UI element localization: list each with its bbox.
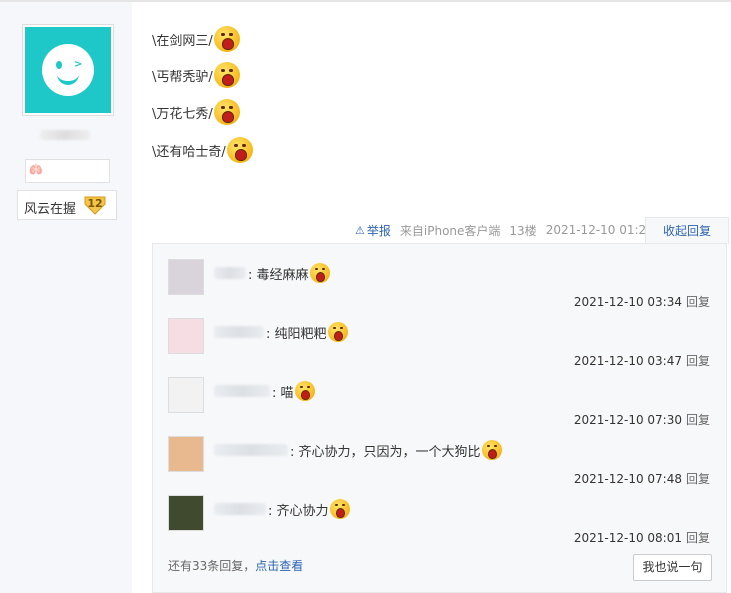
reply-text: : 纯阳粑粑 xyxy=(266,326,327,342)
reply-avatar[interactable] xyxy=(168,377,204,413)
post-line: \丐帮秃驴/ xyxy=(152,62,240,88)
shocked-emoji-icon xyxy=(481,440,502,460)
reply-time: 2021-12-10 07:48 xyxy=(573,472,682,486)
reply-content: : 齐心协力，只因为，一个大狗比 xyxy=(214,440,502,460)
post-line: \万花七秀/ xyxy=(152,99,240,125)
client-source: 来自iPhone客户端 xyxy=(399,223,501,238)
reply-content: : 纯阳粑粑 xyxy=(214,322,348,342)
reply-content: : 齐心协力 xyxy=(214,499,350,519)
shocked-emoji-icon xyxy=(327,322,348,342)
collapse-replies-button[interactable]: 收起回复 xyxy=(645,217,729,244)
post-line: \在剑网三/ xyxy=(152,26,240,52)
reply-button[interactable]: 回复 xyxy=(686,413,710,427)
reply-time: 2021-12-10 07:30 xyxy=(573,413,682,427)
wink-face-icon: > xyxy=(42,44,94,96)
reply-meta: 2021-12-10 08:01 回复 xyxy=(574,529,710,546)
post-meta-bar: ⚠ 举报 来自iPhone客户端 13楼 2021-12-10 01:27 xyxy=(355,221,654,239)
shocked-emoji-icon xyxy=(329,499,350,519)
floor-number: 13楼 xyxy=(509,223,537,238)
reply-user-blurred[interactable] xyxy=(214,267,246,279)
reply-user-blurred[interactable] xyxy=(214,444,288,456)
report-label: 举报 xyxy=(366,223,391,238)
reply-button[interactable]: 回复 xyxy=(686,354,710,368)
reply-user-blurred[interactable] xyxy=(214,326,264,338)
post-line-text: \还有哈士奇/ xyxy=(152,145,226,160)
avatar-image: > xyxy=(25,27,111,113)
reply-button[interactable]: 回复 xyxy=(686,531,710,545)
post-line-text: \丐帮秃驴/ xyxy=(152,70,213,85)
post-line-text: \万花七秀/ xyxy=(152,107,213,122)
reply-button[interactable]: 回复 xyxy=(686,295,710,309)
reply-text: : 毒经麻麻 xyxy=(248,267,309,283)
badge-box: 🫁 xyxy=(25,159,110,183)
reply-meta: 2021-12-10 07:48 回复 xyxy=(574,470,710,487)
reply-content: : 喵 xyxy=(214,381,315,401)
reply-text: : 齐心协力，只因为，一个大狗比 xyxy=(290,444,481,460)
shocked-emoji-icon xyxy=(213,62,240,88)
reply-meta: 2021-12-10 03:47 回复 xyxy=(574,352,710,369)
post-time: 2021-12-10 01:27 xyxy=(545,223,654,237)
shocked-emoji-icon xyxy=(213,99,240,125)
author-avatar[interactable]: > xyxy=(22,24,114,116)
level-box[interactable]: 风云在握 12 xyxy=(17,190,117,220)
report-link[interactable]: ⚠ 举报 xyxy=(355,222,391,239)
reply-time: 2021-12-10 08:01 xyxy=(573,531,682,545)
author-name-blurred[interactable] xyxy=(40,130,90,140)
reply-user-blurred[interactable] xyxy=(214,385,270,397)
post-line: \还有哈士奇/ xyxy=(152,137,253,163)
more-replies: 还有33条回复，点击查看 xyxy=(168,557,303,574)
shocked-emoji-icon xyxy=(294,381,315,401)
reply-user-blurred[interactable] xyxy=(214,503,266,515)
reply-avatar[interactable] xyxy=(168,259,204,295)
reply-time: 2021-12-10 03:47 xyxy=(573,354,682,368)
level-badge: 12 xyxy=(84,195,106,215)
shocked-emoji-icon xyxy=(226,137,253,163)
shocked-emoji-icon xyxy=(309,263,330,283)
reply-content: : 毒经麻麻 xyxy=(214,263,330,283)
write-reply-button[interactable]: 我也说一句 xyxy=(633,554,712,581)
post-line-text: \在剑网三/ xyxy=(152,34,213,49)
reply-meta: 2021-12-10 07:30 回复 xyxy=(574,411,710,428)
lungs-badge-icon: 🫁 xyxy=(29,163,43,176)
level-name: 风云在握 xyxy=(24,202,77,217)
reply-time: 2021-12-10 03:34 xyxy=(573,295,682,309)
author-sidebar: > 🫁 风云在握 12 xyxy=(0,2,132,593)
reply-meta: 2021-12-10 03:34 回复 xyxy=(574,293,710,310)
reply-avatar[interactable] xyxy=(168,318,204,354)
level-number: 12 xyxy=(87,197,103,210)
view-more-link[interactable]: 点击查看 xyxy=(255,559,303,573)
reply-avatar[interactable] xyxy=(168,436,204,472)
more-replies-text: 还有33条回复， xyxy=(168,559,256,573)
reply-text: : 齐心协力 xyxy=(268,503,329,519)
reply-avatar[interactable] xyxy=(168,495,204,531)
reply-panel: : 毒经麻麻 2021-12-10 03:34 回复 : 纯阳粑粑 2021-12… xyxy=(152,243,727,593)
reply-text: : 喵 xyxy=(272,385,294,401)
warning-icon: ⚠ xyxy=(355,223,365,237)
reply-button[interactable]: 回复 xyxy=(686,472,710,486)
shocked-emoji-icon xyxy=(213,26,240,52)
